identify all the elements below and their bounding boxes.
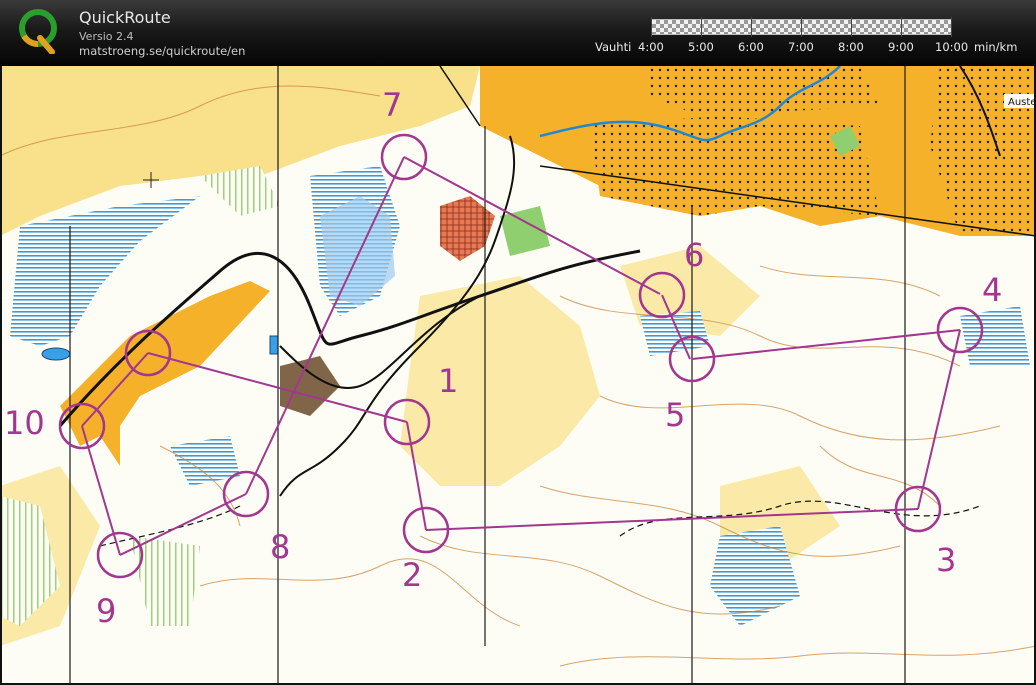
control-number-7: 7 [382, 86, 402, 124]
app-title: QuickRoute [79, 8, 171, 27]
scale-tick [851, 17, 852, 37]
pace-tick-label: 10:00 [935, 40, 969, 54]
control-number-3: 3 [936, 541, 956, 579]
cultivated-land-areas [480, 66, 1036, 236]
app-header: QuickRoute Versio 2.4 matstroeng.se/quic… [0, 0, 1036, 65]
control-number-2: 2 [402, 556, 422, 594]
orienteering-map[interactable]: 1 2 3 4 5 6 7 8 9 10 Auste [0, 66, 1036, 685]
control-number-6: 6 [684, 236, 704, 274]
map-canvas[interactable]: 1 2 3 4 5 6 7 8 9 10 Auste [0, 66, 1036, 685]
control-number-9: 9 [96, 592, 116, 630]
control-number-10: 10 [4, 404, 45, 442]
pace-unit: min/km [974, 40, 1018, 54]
place-label: Auste [1008, 97, 1036, 108]
control-number-1: 1 [438, 362, 458, 400]
app-version: Versio 2.4 [79, 30, 134, 43]
control-number-4: 4 [982, 271, 1002, 309]
settlement-area [280, 356, 340, 416]
scale-tick [651, 17, 652, 37]
pace-tick-label: 9:00 [888, 40, 914, 54]
pace-tick-label: 8:00 [838, 40, 864, 54]
app-url-link[interactable]: matstroeng.se/quickroute/en [79, 44, 245, 58]
restricted-area [440, 196, 495, 261]
control-number-8: 8 [270, 528, 290, 566]
scale-tick [701, 17, 702, 37]
scale-tick [951, 17, 952, 37]
pace-label: Vauhti [595, 40, 632, 54]
pace-tick-label: 5:00 [688, 40, 714, 54]
open-field [60, 281, 270, 466]
control-number-5: 5 [665, 396, 685, 434]
pace-tick-label: 6:00 [738, 40, 764, 54]
scale-tick [901, 17, 902, 37]
scale-tick [801, 17, 802, 37]
quickroute-logo-icon [19, 9, 57, 54]
pace-tick-label: 7:00 [788, 40, 814, 54]
scale-tick [751, 17, 752, 37]
pace-tick-label: 4:00 [638, 40, 664, 54]
